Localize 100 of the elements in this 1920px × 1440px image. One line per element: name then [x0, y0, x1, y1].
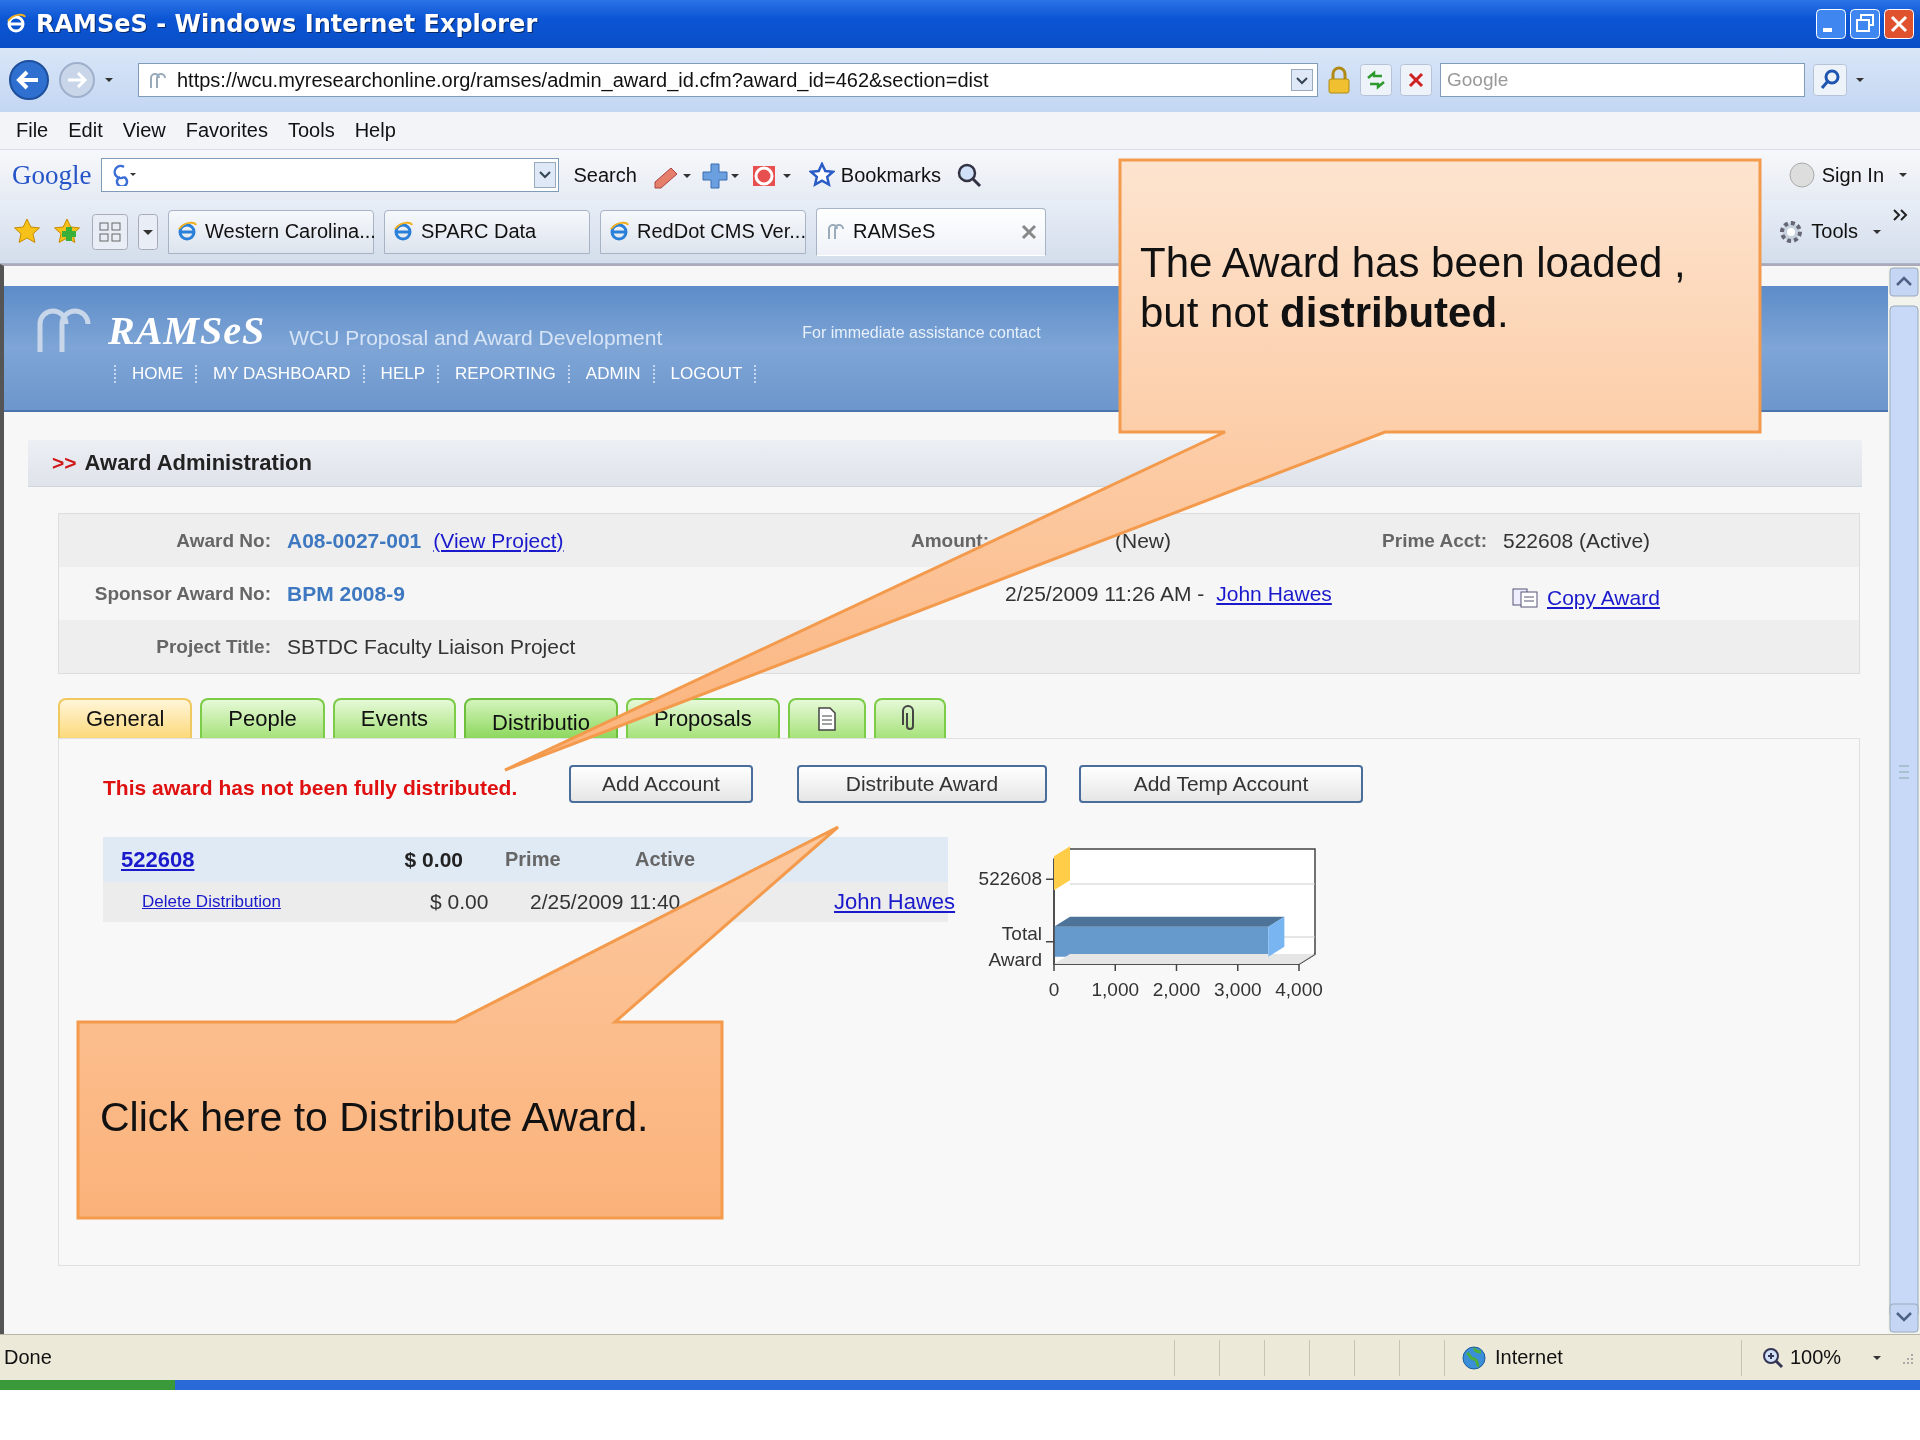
menu-item[interactable]: File — [6, 115, 59, 146]
axis-label: Total Award — [988, 922, 1042, 970]
view-project-link[interactable]: (View Project) — [433, 528, 564, 553]
browser-tab[interactable]: RAMSeS — [816, 207, 1046, 256]
section-marker: >> — [52, 451, 77, 475]
tools-button[interactable]: Tools — [1773, 215, 1862, 248]
action-button[interactable]: Add Account — [569, 765, 753, 803]
caret-icon[interactable] — [1898, 172, 1908, 178]
zone-text: Internet — [1495, 1346, 1563, 1369]
document-icon — [815, 706, 838, 732]
minimize-button[interactable] — [1816, 9, 1846, 39]
tick-label: 0 — [1048, 979, 1060, 1000]
refresh-button[interactable] — [1360, 64, 1392, 96]
table-cell-text: $ 0.00 — [430, 890, 490, 914]
user-link[interactable]: John Hawes — [786, 889, 956, 915]
field-value: SBTDC Faculty Liaison Project — [287, 634, 577, 659]
address-field[interactable]: https://wcu.myresearchonline.org/ramses/admin_award_id.cfm?award_id=462&section=dist — [138, 63, 1318, 97]
callout-text: The Award has been loaded , but not distributed. — [1140, 238, 1687, 339]
circle-icon — [1787, 161, 1816, 189]
assistance-text: For immediate assistance contact — [802, 324, 1041, 342]
tab[interactable]: General — [58, 698, 193, 738]
action-button[interactable]: Add Temp Account — [1079, 765, 1363, 803]
tab[interactable] — [787, 698, 866, 738]
amount-status: (New) — [1114, 528, 1172, 553]
browser-logo-icon — [6, 13, 28, 35]
chevron-icon[interactable] — [1892, 208, 1908, 222]
browser-tab[interactable]: RedDot CMS Ver... — [600, 209, 806, 254]
field-label: Project Title: — [155, 635, 271, 658]
table-cell-text: $ 0.00 — [404, 847, 464, 872]
status-text: Done — [3, 1346, 52, 1369]
scrollbar[interactable] — [1888, 266, 1920, 1334]
caret-icon[interactable] — [1872, 1354, 1882, 1361]
window-title: RAMSeS - Windows Internet Explorer — [36, 10, 539, 38]
delete-distribution-link[interactable]: Delete Distribution — [142, 892, 430, 912]
zoom-icon — [1762, 1346, 1784, 1369]
browser-tab[interactable]: SPARC Data — [384, 209, 590, 254]
menu-item[interactable]: Favorites — [175, 115, 278, 146]
back-button[interactable] — [8, 59, 50, 101]
menu-item[interactable]: View — [112, 115, 176, 146]
caret-icon[interactable] — [1872, 228, 1882, 235]
star-icon — [808, 162, 835, 188]
action-button[interactable]: Distribute Award — [797, 765, 1047, 803]
globe-icon — [1461, 1344, 1487, 1371]
table-cell-text: Active — [634, 848, 697, 871]
dropdown-button[interactable] — [534, 162, 557, 188]
browser-logo-icon — [177, 220, 199, 243]
zoom-button[interactable]: 100% — [1741, 1339, 1872, 1376]
field-label: Amount: — [909, 529, 989, 552]
caret-icon[interactable] — [104, 77, 114, 83]
tick-label: 3,000 — [1214, 979, 1262, 1000]
tick-label: 4,000 — [1275, 979, 1323, 1000]
browser-logo-icon — [393, 220, 415, 243]
close-button[interactable] — [1884, 9, 1914, 39]
field-label: Award No: — [175, 529, 271, 552]
browser-logo-icon — [609, 220, 631, 243]
table-cell-text: 2/25/2009 11:40 — [530, 890, 682, 914]
copy-icon[interactable] — [1511, 586, 1539, 609]
tab[interactable] — [873, 698, 946, 738]
stop-button[interactable] — [1400, 64, 1432, 96]
search-button[interactable] — [1813, 64, 1847, 96]
section-title: Award Administration — [84, 450, 312, 476]
site-subtitle: WCU Proposal and Award Development — [289, 326, 663, 350]
tick-label: 1,000 — [1091, 979, 1139, 1000]
tick-label: 2,000 — [1152, 979, 1201, 1000]
field-label: Prime Acct: — [1381, 529, 1487, 552]
modified-date: 2/25/2009 11:26 AM - — [1005, 581, 1205, 606]
field-value: BPM 2008-9 — [287, 581, 406, 606]
site-logo-text: RAMSeS — [108, 307, 266, 354]
bookmarks-button[interactable]: Bookmarks — [804, 160, 945, 190]
copy-award-link[interactable]: Copy Award — [1547, 585, 1660, 610]
user-link[interactable]: John Hawes — [1216, 581, 1332, 606]
search-field[interactable]: Google — [1440, 63, 1805, 97]
callout-text: Click here to Distribute Award. — [100, 1093, 650, 1142]
menu-item[interactable]: Edit — [58, 115, 113, 146]
bar-depth-drawing — [1054, 846, 1070, 891]
page-icon — [147, 70, 169, 90]
award-number: A08-0027-001 — [287, 528, 422, 553]
restore-button[interactable] — [1850, 9, 1880, 39]
toolbar-logo: Google — [12, 159, 92, 191]
warning-text: This award has not been fully distributed. — [103, 776, 519, 800]
table-cell-text: Prime — [504, 848, 562, 871]
plus-icon[interactable] — [700, 160, 741, 190]
search-button[interactable]: Search — [569, 161, 641, 189]
field-label: Sponsor Award No: — [93, 582, 271, 605]
menu-item[interactable]: Help — [344, 115, 406, 146]
toolbar-search-field[interactable] — [101, 158, 560, 192]
padlock-icon — [1326, 66, 1352, 94]
tab-list-button[interactable] — [138, 213, 158, 250]
dropdown-button[interactable] — [1291, 69, 1313, 91]
caret-icon[interactable] — [1855, 77, 1865, 83]
sign-in-button[interactable]: Sign In — [1783, 159, 1888, 191]
axis-label: 522608 — [978, 868, 1042, 890]
menu-item[interactable]: Tools — [277, 115, 345, 146]
tab[interactable]: People — [200, 698, 325, 738]
account-link[interactable]: 522608 — [121, 846, 383, 873]
tab[interactable]: Events — [332, 698, 457, 738]
url-text: https://wcu.myresearchonline.org/ramses/admin_award_id.cfm?award_id=462&section=dist — [177, 68, 990, 92]
browser-tab[interactable]: Western Carolina... — [168, 209, 374, 254]
close-icon[interactable] — [1021, 223, 1037, 240]
field-value: 522608 (Active) — [1503, 528, 1652, 553]
